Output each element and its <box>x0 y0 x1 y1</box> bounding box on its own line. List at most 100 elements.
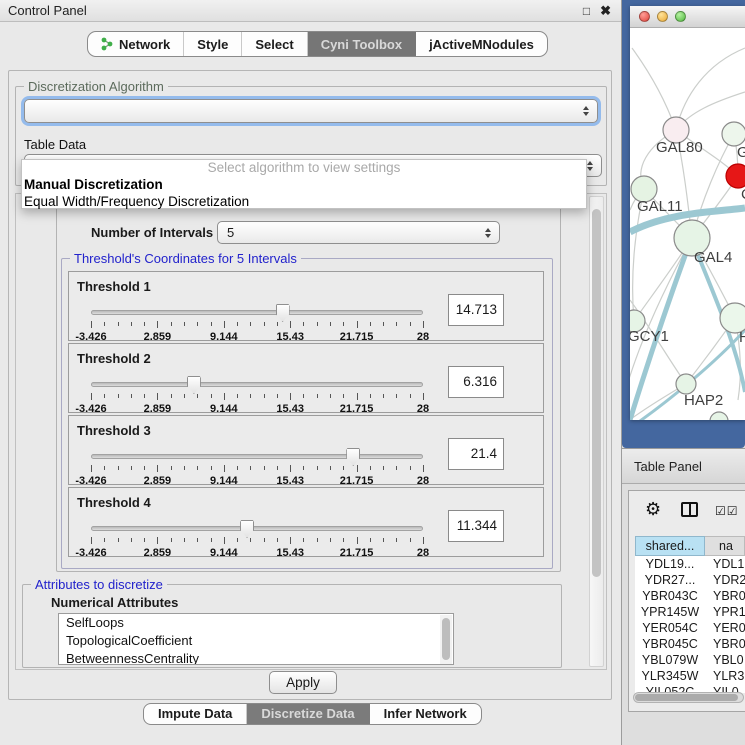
network-node[interactable] <box>676 374 696 394</box>
threshold-label: Threshold 2 <box>77 351 151 366</box>
split-column-icon[interactable] <box>681 502 698 517</box>
threshold-3-panel: Threshold 3 -3.4262.8599.14415.4321.7152… <box>68 415 544 485</box>
table-cell[interactable]: YBL0 <box>705 652 745 668</box>
list-item[interactable]: SelfLoops <box>59 614 453 632</box>
table-row[interactable]: YER054CYER0 <box>635 620 745 636</box>
tab-style[interactable]: Style <box>184 32 242 56</box>
table-cell[interactable]: YDL19... <box>635 556 705 572</box>
algorithm-combo[interactable] <box>24 99 598 123</box>
scrollbar-thumb[interactable] <box>592 209 601 577</box>
tick-mark <box>104 394 105 398</box>
threshold-slider: -3.4262.8599.14415.4321.71528 <box>91 522 423 554</box>
scrollbar-thumb[interactable] <box>442 618 450 660</box>
tick-label: 21.715 <box>340 475 374 487</box>
dropdown-option-manual-discretization[interactable]: Manual Discretization <box>22 176 586 193</box>
dropdown-option-equal-width-frequency[interactable]: Equal Width/Frequency Discretization <box>22 193 586 210</box>
tab-network[interactable]: Network <box>88 32 184 56</box>
tick-mark <box>224 393 225 400</box>
network-node[interactable] <box>722 122 745 146</box>
tick-mark <box>250 538 251 542</box>
combo-arrows-icon <box>583 106 589 116</box>
tick-mark <box>317 394 318 398</box>
table-cell[interactable]: YBL079W <box>635 652 705 668</box>
threshold-value-field[interactable]: 14.713 <box>448 294 504 326</box>
tab-label: jActiveMNodules <box>429 37 534 52</box>
float-icon[interactable]: □ <box>583 4 590 18</box>
table-cell[interactable]: YDR27... <box>635 572 705 588</box>
checkbox-icons[interactable]: ☑☑ <box>715 504 739 518</box>
close-traffic-light[interactable] <box>639 11 650 22</box>
tab-jactivemnodules[interactable]: jActiveMNodules <box>416 32 547 56</box>
table-cell[interactable]: YDR2 <box>705 572 745 588</box>
threshold-slider: -3.4262.8599.14415.4321.71528 <box>91 306 423 338</box>
close-icon[interactable]: ✖ <box>600 3 611 19</box>
tick-mark <box>290 465 291 472</box>
network-node[interactable] <box>726 164 745 188</box>
table-cell[interactable]: YLR345W <box>635 668 705 684</box>
table-cell[interactable]: YLR3 <box>705 668 745 684</box>
vertical-scrollbar[interactable] <box>589 196 604 667</box>
horizontal-scrollbar[interactable] <box>633 692 744 703</box>
tab-discretize-data[interactable]: Discretize Data <box>247 704 369 724</box>
table-row[interactable]: YDR27...YDR2 <box>635 572 745 588</box>
list-item[interactable]: TopologicalCoefficient <box>59 632 453 650</box>
slider-thumb[interactable] <box>346 448 360 466</box>
network-canvas[interactable]: GAL80GACGAL11GAL4GCY1HHAP2 <box>630 28 745 420</box>
network-window-frame[interactable]: GAL80GACGAL11GAL4GCY1HHAP2 <box>622 0 745 448</box>
tab-select[interactable]: Select <box>242 32 307 56</box>
tab-impute-data[interactable]: Impute Data <box>144 704 247 724</box>
slider-track[interactable] <box>91 526 423 531</box>
table-rows: YDL19...YDL1YDR27...YDR2YBR043CYBR0YPR14… <box>635 556 745 693</box>
tick-label: 2.859 <box>144 403 172 415</box>
gear-icon[interactable]: ⚙ <box>645 500 661 518</box>
network-window-titlebar[interactable] <box>630 6 745 28</box>
table-row[interactable]: YBR045CYBR0 <box>635 636 745 652</box>
control-panel-titlebar: Control Panel □ ✖ <box>0 0 621 22</box>
tick-mark <box>131 538 132 542</box>
tab-cyni-toolbox[interactable]: Cyni Toolbox <box>308 32 416 56</box>
slider-track[interactable] <box>91 454 423 459</box>
tick-mark <box>383 394 384 398</box>
table-cell[interactable]: YBR0 <box>705 636 745 652</box>
slider-track[interactable] <box>91 382 423 387</box>
bottom-tab-strip: Impute Data Discretize Data Infer Networ… <box>143 703 482 725</box>
tick-mark <box>423 393 424 400</box>
table-cell[interactable]: YBR045C <box>635 636 705 652</box>
list-scrollbar[interactable] <box>440 615 452 665</box>
table-row[interactable]: YBR043CYBR0 <box>635 588 745 604</box>
settings-scroll-pane: Interval Definition Number of Intervals … <box>15 193 607 670</box>
tick-mark <box>131 322 132 326</box>
table-cell[interactable]: YDL1 <box>705 556 745 572</box>
network-node[interactable] <box>710 412 728 420</box>
table-cell[interactable]: YER054C <box>635 620 705 636</box>
apply-button[interactable]: Apply <box>269 671 337 694</box>
table-cell[interactable]: YER0 <box>705 620 745 636</box>
table-row[interactable]: YBL079WYBL0 <box>635 652 745 668</box>
table-row[interactable]: YDL19...YDL1 <box>635 556 745 572</box>
column-header-name[interactable]: na <box>705 536 745 556</box>
slider-track[interactable] <box>91 310 423 315</box>
tick-mark <box>357 537 358 544</box>
tick-mark <box>264 322 265 326</box>
threshold-value-field[interactable]: 21.4 <box>448 438 504 470</box>
slider-thumb[interactable] <box>276 304 290 322</box>
slider-thumb[interactable] <box>240 520 254 538</box>
scrollbar-thumb[interactable] <box>635 694 738 701</box>
slider-thumb[interactable] <box>187 376 201 394</box>
table-cell[interactable]: YBR0 <box>705 588 745 604</box>
table-row[interactable]: YPR145WYPR1 <box>635 604 745 620</box>
tab-infer-network[interactable]: Infer Network <box>370 704 481 724</box>
threshold-value-field[interactable]: 6.316 <box>448 366 504 398</box>
threshold-value-field[interactable]: 11.344 <box>448 510 504 542</box>
tick-label: 9.144 <box>210 331 238 343</box>
table-row[interactable]: YLR345WYLR3 <box>635 668 745 684</box>
table-cell[interactable]: YPR1 <box>705 604 745 620</box>
column-header-shared-name[interactable]: shared... <box>635 536 705 556</box>
tick-label: -3.426 <box>75 403 106 415</box>
table-cell[interactable]: YBR043C <box>635 588 705 604</box>
list-item[interactable]: BetweennessCentrality <box>59 650 453 665</box>
number-of-intervals-combo[interactable]: 5 <box>217 221 500 244</box>
zoom-traffic-light[interactable] <box>675 11 686 22</box>
minimize-traffic-light[interactable] <box>657 11 668 22</box>
table-cell[interactable]: YPR145W <box>635 604 705 620</box>
